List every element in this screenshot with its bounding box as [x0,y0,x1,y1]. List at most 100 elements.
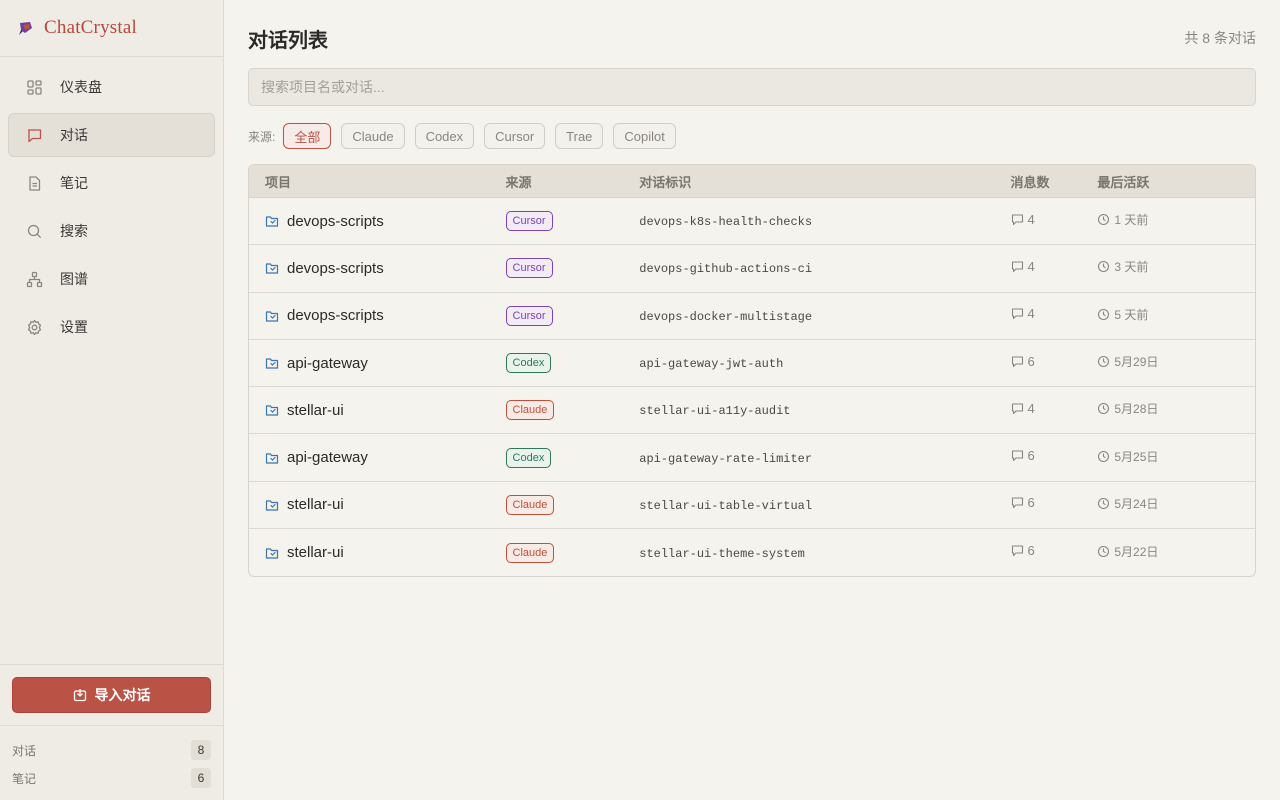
import-conversations-button[interactable]: 导入对话 [12,677,211,713]
stat-notes: 笔记 6 [12,764,211,792]
search-input[interactable] [248,68,1256,106]
source-badge: Cursor [505,305,553,326]
column-header-id[interactable]: 对话标识 [639,172,1003,191]
nav-item-label: 搜索 [60,223,88,239]
conversation-id-cell: devops-github-actions-ci [639,259,1003,277]
project-cell: devops-scripts [249,260,506,277]
nav-item-settings[interactable]: 设置 [8,305,215,349]
source-badge: Claude [505,494,555,515]
source-filters: 来源: 全部 Claude Codex Cursor Trae Copilot [248,122,1256,150]
folder-icon [265,451,279,465]
gear-icon [26,319,43,336]
last-active: 5月28日 [1114,402,1159,417]
folder-icon [265,498,279,512]
conversation-id: devops-github-actions-ci [639,262,813,277]
message-count: 6 [1027,448,1035,464]
filter-chip-codex[interactable]: Codex [414,123,475,149]
message-icon [1011,450,1023,462]
project-name: api-gateway [287,449,368,467]
graph-icon [26,271,43,288]
table-row[interactable]: devops-scripts Cursor devops-k8s-health-… [249,198,1255,246]
source-badge: Claude [505,400,555,421]
project-name: devops-scripts [287,212,384,230]
stat-label: 对话 [12,743,37,758]
message-count-cell: 6 [1004,448,1098,467]
conversation-id-cell: api-gateway-jwt-auth [639,354,1003,372]
table-row[interactable]: devops-scripts Cursor devops-github-acti… [249,245,1255,293]
nav-item-notes[interactable]: 笔记 [8,161,215,205]
page-header: 对话列表 共 8 条对话 [248,0,1256,76]
sidebar-bottom: 导入对话 对话 8 笔记 6 [0,664,223,800]
crystal-logo-icon [19,22,32,35]
filter-chip-trae[interactable]: Trae [555,123,604,149]
source-cell: Cursor [505,305,640,326]
message-count: 6 [1027,495,1035,511]
source-badge: Cursor [505,211,553,232]
message-count: 6 [1027,543,1035,559]
clock-icon [1098,403,1110,415]
nav-item-label: 对话 [60,127,88,143]
table-row[interactable]: stellar-ui Claude stellar-ui-theme-syste… [249,529,1255,576]
nav-item-label: 笔记 [60,175,88,191]
filter-chip-cursor[interactable]: Cursor [484,123,546,149]
filter-chip-all[interactable]: 全部 [283,123,332,149]
conversation-id-cell: devops-k8s-health-checks [639,212,1003,230]
message-count-cell: 4 [1004,259,1098,278]
last-active: 1 天前 [1114,213,1149,228]
column-header-source[interactable]: 来源 [506,172,640,191]
message-count-cell: 4 [1004,306,1098,325]
import-icon [73,689,86,702]
column-header-project[interactable]: 项目 [249,172,506,191]
message-count: 4 [1027,400,1035,416]
clock-icon [1098,308,1110,320]
table-row[interactable]: devops-scripts Cursor devops-docker-mult… [249,293,1255,340]
source-cell: Claude [505,542,640,563]
import-button-label: 导入对话 [94,687,151,703]
message-icon [1011,261,1023,272]
folder-icon [265,403,279,417]
import-section: 导入对话 [0,664,223,726]
project-name: stellar-ui [287,496,344,514]
last-active-cell: 5月28日 [1097,400,1255,420]
last-active-cell: 5月29日 [1097,353,1255,373]
source-cell: Cursor [505,211,640,232]
project-name: devops-scripts [287,307,384,325]
column-header-messages[interactable]: 消息数 [1004,172,1098,191]
nav-item-search[interactable]: 搜索 [8,209,215,253]
table-row[interactable]: api-gateway Codex api-gateway-rate-limit… [249,434,1255,482]
filter-label: 来源: [248,129,276,144]
table-row[interactable]: api-gateway Codex api-gateway-jwt-auth 6… [249,340,1255,388]
project-cell: stellar-ui [249,402,506,419]
stat-count: 8 [191,740,211,760]
nav-item-chats[interactable]: 对话 [8,113,215,157]
message-count: 4 [1027,306,1035,322]
sidebar-stats: 对话 8 笔记 6 [0,726,223,800]
last-active: 5月24日 [1114,496,1159,511]
table-row[interactable]: stellar-ui Claude stellar-ui-table-virtu… [249,482,1255,530]
project-name: devops-scripts [287,259,384,277]
conversation-id-cell: stellar-ui-theme-system [639,544,1003,562]
conversation-id-cell: api-gateway-rate-limiter [639,449,1003,467]
clock-icon [1098,261,1110,273]
message-count-cell: 4 [1004,212,1098,231]
nav-item-dashboard[interactable]: 仪表盘 [8,65,215,109]
last-active-cell: 3 天前 [1097,258,1255,278]
project-cell: devops-scripts [249,213,506,230]
message-icon [1011,355,1023,367]
page-title: 对话列表 [248,29,328,52]
message-icon [1011,545,1023,557]
nav-item-graph[interactable]: 图谱 [8,257,215,301]
brand[interactable]: ChatCrystal [0,0,223,57]
table-body: devops-scripts Cursor devops-k8s-health-… [249,198,1255,576]
column-header-last-active[interactable]: 最后活跃 [1097,172,1255,191]
filter-chip-copilot[interactable]: Copilot [613,123,676,149]
conversation-id: stellar-ui-a11y-audit [639,404,791,419]
message-count-cell: 6 [1004,354,1098,373]
conversation-id: stellar-ui-table-virtual [639,498,813,513]
table-row[interactable]: stellar-ui Claude stellar-ui-a11y-audit … [249,387,1255,435]
conversation-id: api-gateway-rate-limiter [639,451,813,466]
clock-icon [1098,355,1110,368]
last-active: 5月22日 [1114,544,1159,559]
filter-chip-claude[interactable]: Claude [341,123,405,149]
message-count-cell: 4 [1004,401,1098,420]
